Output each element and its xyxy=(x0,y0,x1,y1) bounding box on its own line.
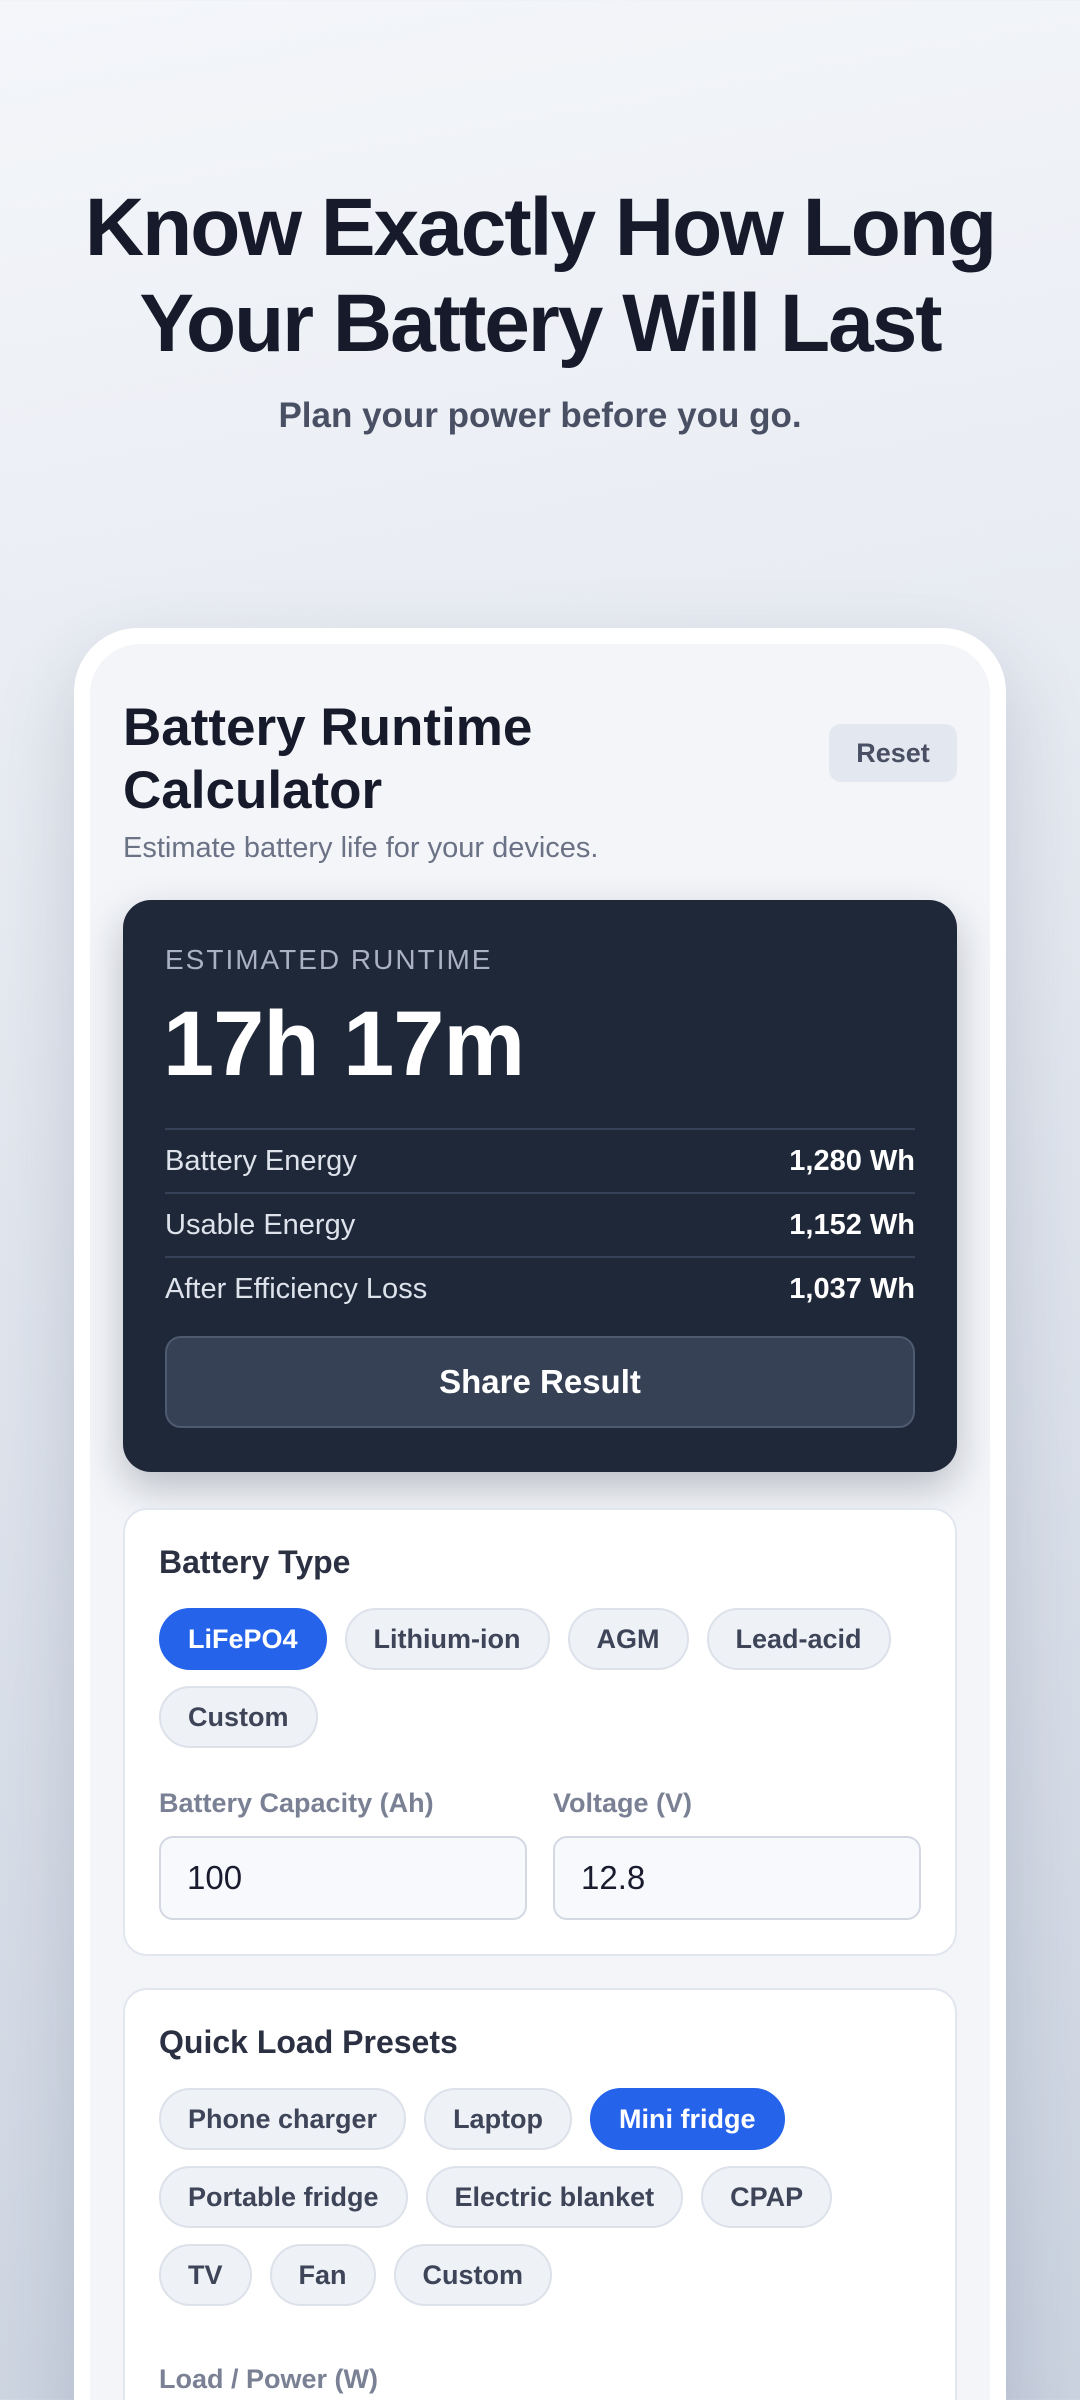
capacity-label: Battery Capacity (Ah) xyxy=(159,1788,434,1818)
chip-lithium-ion[interactable]: Lithium-ion xyxy=(344,1608,550,1670)
stat-rows: Battery Energy 1,280 Wh Usable Energy 1,… xyxy=(165,1128,915,1320)
chip-portable-fridge[interactable]: Portable fridge xyxy=(159,2166,408,2228)
chip-mini-fridge[interactable]: Mini fridge xyxy=(590,2088,785,2150)
share-result-button[interactable]: Share Result xyxy=(165,1336,915,1428)
card-title: Battery Runtime Calculator xyxy=(123,698,533,820)
stat-row-usable-energy: Usable Energy 1,152 Wh xyxy=(165,1192,915,1256)
chip-electric-blanket[interactable]: Electric blanket xyxy=(425,2166,684,2228)
reset-button[interactable]: Reset xyxy=(829,724,957,782)
voltage-input[interactable] xyxy=(553,1836,921,1920)
hero-title: Know Exactly How Long Your Battery Will … xyxy=(0,180,1080,372)
stat-row-after-efficiency-loss: After Efficiency Loss 1,037 Wh xyxy=(165,1256,915,1320)
result-label: ESTIMATED RUNTIME xyxy=(165,944,493,975)
battery-type-panel: Battery Type LiFePO4 Lithium-ion AGM Lea… xyxy=(123,1508,957,1956)
battery-type-chips: LiFePO4 Lithium-ion AGM Lead-acid Custom xyxy=(159,1608,925,1748)
card-header: Battery Runtime Calculator Estimate batt… xyxy=(123,696,957,865)
chip-tv[interactable]: TV xyxy=(159,2244,252,2306)
chip-custom-load[interactable]: Custom xyxy=(393,2244,553,2306)
runtime-value: 17h 17m xyxy=(163,993,525,1095)
hero: Know Exactly How Long Your Battery Will … xyxy=(0,180,1080,436)
phone-frame: Battery Runtime Calculator Estimate batt… xyxy=(74,628,1006,2400)
chip-fan[interactable]: Fan xyxy=(269,2244,376,2306)
chip-custom-battery[interactable]: Custom xyxy=(159,1686,318,1748)
hero-subtitle: Plan your power before you go. xyxy=(278,396,802,435)
card-subtitle: Estimate battery life for your devices. xyxy=(123,832,599,864)
stat-value: 1,152 Wh xyxy=(789,1208,915,1241)
stat-label: After Efficiency Loss xyxy=(165,1272,428,1305)
capacity-input[interactable] xyxy=(159,1836,527,1920)
load-presets-panel: Quick Load Presets Phone charger Laptop … xyxy=(123,1988,957,2400)
voltage-label: Voltage (V) xyxy=(553,1788,693,1818)
hero-title-line-1: Know Exactly How Long xyxy=(84,182,997,273)
battery-type-title: Battery Type xyxy=(159,1544,351,1580)
calculator-screen: Battery Runtime Calculator Estimate batt… xyxy=(90,644,990,2400)
chip-phone-charger[interactable]: Phone charger xyxy=(159,2088,407,2150)
result-panel: ESTIMATED RUNTIME 17h 17m Battery Energy… xyxy=(123,900,957,1472)
load-presets-title: Quick Load Presets xyxy=(159,2024,458,2060)
chip-lead-acid[interactable]: Lead-acid xyxy=(706,1608,891,1670)
stat-label: Usable Energy xyxy=(165,1208,356,1241)
chip-laptop[interactable]: Laptop xyxy=(424,2088,573,2150)
stat-label: Battery Energy xyxy=(165,1144,357,1177)
hero-title-line-2: Your Battery Will Last xyxy=(139,278,942,369)
load-preset-chips: Phone charger Laptop Mini fridge Portabl… xyxy=(159,2088,925,2306)
stat-value: 1,037 Wh xyxy=(789,1272,915,1305)
chip-lifepo4[interactable]: LiFePO4 xyxy=(159,1608,327,1670)
stat-row-battery-energy: Battery Energy 1,280 Wh xyxy=(165,1128,915,1192)
chip-agm[interactable]: AGM xyxy=(567,1608,689,1670)
stat-value: 1,280 Wh xyxy=(789,1144,915,1177)
load-power-label: Load / Power (W) xyxy=(159,2364,378,2394)
chip-cpap[interactable]: CPAP xyxy=(701,2166,833,2228)
